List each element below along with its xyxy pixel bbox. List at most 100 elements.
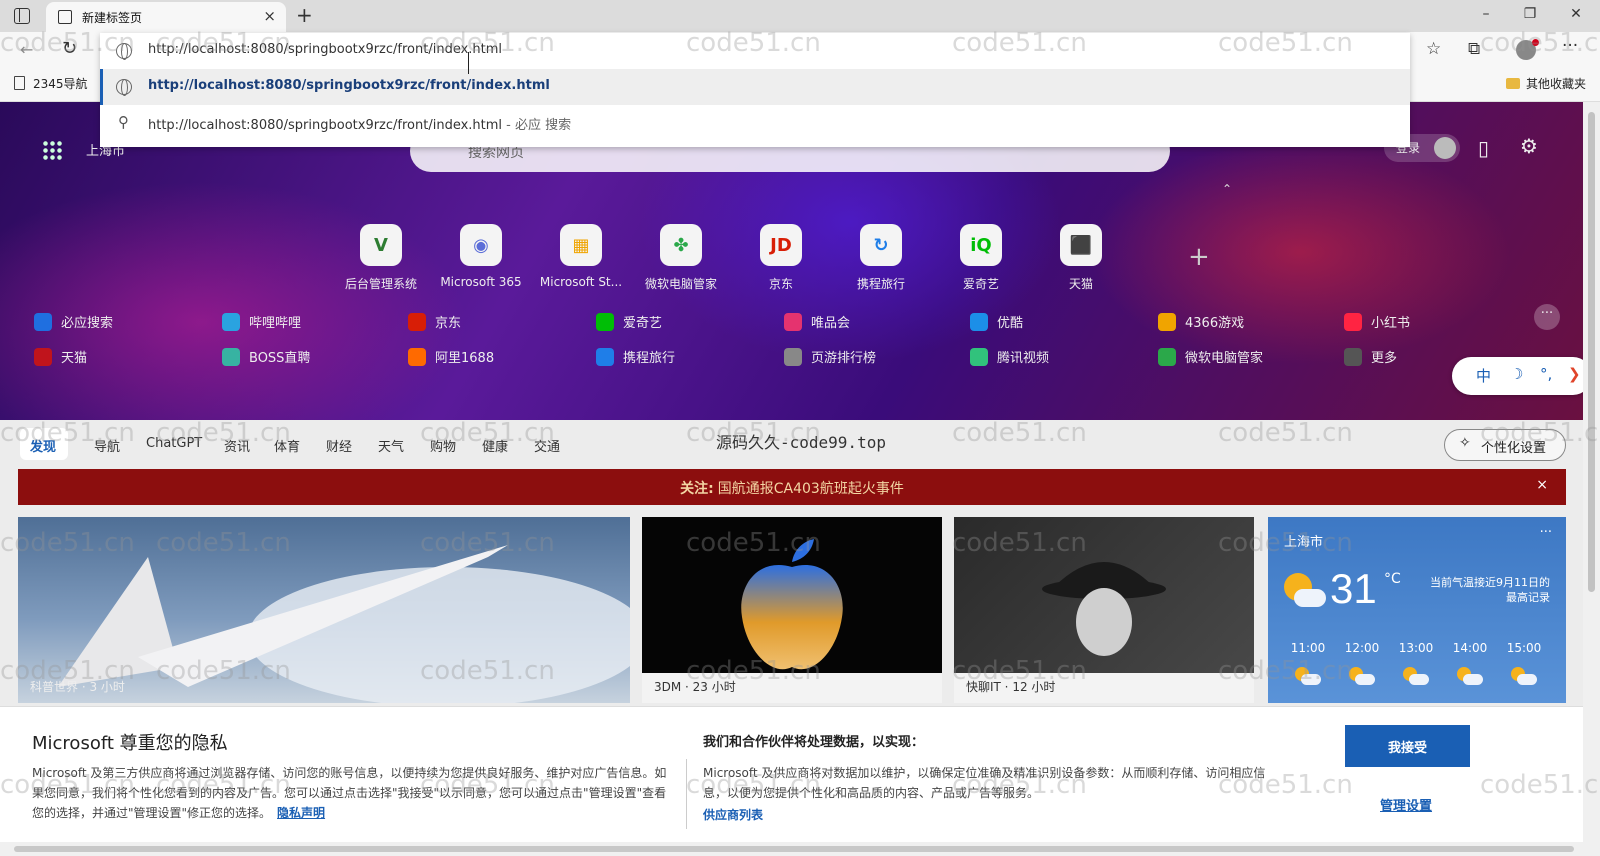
omnibox-suggestion[interactable]: http://localhost:8080/springbootx9rzc/fr… (100, 69, 1410, 105)
shortcut-tile[interactable]: ↻ 携程旅行 (836, 224, 926, 292)
shortcut-tile[interactable]: V 后台管理系统 (336, 224, 426, 292)
ime-punct-icon[interactable]: °, (1540, 365, 1552, 383)
quick-link-label: 微软电脑管家 (1185, 351, 1264, 366)
phone-icon[interactable]: ▯ (1478, 136, 1489, 160)
feed-tab[interactable]: 体育 (274, 436, 300, 455)
other-favorites[interactable]: 其他收藏夹 (1505, 75, 1586, 92)
feed-area: 发现 导航 ChatGPT 资讯 体育 财经 天气 购物 健康 交通 源码久久-code99.to… (0, 420, 1583, 720)
vertical-scrollbar[interactable] (1583, 102, 1600, 842)
ime-arrow-icon[interactable]: ❯ (1568, 365, 1581, 383)
address-input[interactable]: http://localhost:8080/springbootx9rzc/fr… (148, 42, 502, 57)
alert-headline[interactable]: 国航通报CA403航班起火事件 (718, 481, 904, 497)
gear-icon[interactable]: ⚙ (1520, 134, 1538, 158)
add-shortcut-icon[interactable]: + (1188, 242, 1210, 272)
shortcut-icon: ⬛ (1060, 224, 1102, 266)
tab-new[interactable]: 新建标签页 × (46, 2, 286, 32)
bookmark-item[interactable]: 2345导航 (14, 75, 88, 92)
quick-link[interactable]: 小红书 (1344, 312, 1410, 331)
quick-link-icon (34, 313, 52, 331)
scroll-thumb[interactable] (1588, 112, 1595, 592)
feed-tab[interactable]: 资讯 (224, 436, 250, 455)
new-tab-button[interactable]: + (296, 3, 313, 27)
weather-more-icon[interactable]: ··· (1540, 525, 1552, 540)
quick-link[interactable]: 腾讯视频 (970, 347, 1049, 366)
feed-tab[interactable]: ChatGPT (146, 436, 202, 451)
breaking-news-banner[interactable]: 关注: 国航通报CA403航班起火事件 × (18, 469, 1566, 505)
feed-tab[interactable]: 健康 (482, 436, 508, 455)
shortcut-tile[interactable]: ▦ Microsoft St... (536, 224, 626, 289)
profile-avatar[interactable] (1516, 39, 1539, 60)
tab-close-icon[interactable]: × (263, 7, 276, 25)
quick-link[interactable]: 必应搜索 (34, 312, 113, 331)
shortcut-tile[interactable]: iQ 爱奇艺 (936, 224, 1026, 292)
omnibox-input-row[interactable]: http://localhost:8080/springbootx9rzc/fr… (100, 33, 1410, 69)
reload-icon[interactable]: ↻ (62, 38, 77, 59)
vendor-list-link[interactable]: 供应商列表 (703, 806, 763, 823)
weather-note: 当前气温接近9月11日的最高记录 (1430, 576, 1550, 604)
feed-tab[interactable]: 导航 (94, 436, 120, 455)
news-card-plane[interactable]: 科普世界 · 3 小时 (18, 517, 630, 703)
shortcut-tile[interactable]: ⬛ 天猫 (1036, 224, 1126, 292)
quick-link[interactable]: 天猫 (34, 347, 87, 366)
feed-tab[interactable]: 天气 (378, 436, 404, 455)
scroll-thumb[interactable] (14, 846, 1574, 852)
alert-close-icon[interactable]: × (1536, 477, 1548, 493)
shortcut-label: 携程旅行 (856, 277, 905, 291)
tab-actions-icon[interactable] (14, 8, 30, 24)
suggestion-suffix: - 必应 搜索 (502, 118, 572, 133)
quick-link[interactable]: 京东 (408, 312, 461, 331)
shortcut-tile[interactable]: ◉ Microsoft 365 (436, 224, 526, 289)
ime-moon-icon[interactable]: ☽ (1510, 365, 1523, 383)
quick-link[interactable]: BOSS直聘 (222, 347, 310, 366)
quick-link[interactable]: 微软电脑管家 (1158, 347, 1263, 366)
sparkle-icon: ✧ (1459, 435, 1471, 451)
quick-link[interactable]: 爱奇艺 (596, 312, 662, 331)
links-more-button[interactable]: ··· (1534, 304, 1560, 330)
quick-link[interactable]: 优酷 (970, 312, 1023, 331)
quick-link[interactable]: 4366游戏 (1158, 312, 1244, 331)
weather-card[interactable]: 上海市 ··· 31 °C 当前气温接近9月11日的最高记录 11:00 12:0… (1268, 517, 1566, 703)
shortcut-tile[interactable]: JD 京东 (736, 224, 826, 292)
minimize-button[interactable]: – (1476, 6, 1496, 22)
privacy-banner: Microsoft 尊重您的隐私 Microsoft 及第三方供应商将通过浏览器… (0, 706, 1600, 842)
quick-link[interactable]: 页游排行榜 (784, 347, 876, 366)
shortcut-label: 京东 (768, 277, 793, 291)
manage-settings-link[interactable]: 管理设置 (1380, 795, 1432, 814)
favorites-star-icon[interactable]: ☆ (1426, 39, 1441, 59)
omnibox-suggestion[interactable]: ⚲ http://localhost:8080/springbootx9rzc/… (100, 105, 1410, 141)
shortcut-label: 爱奇艺 (962, 277, 999, 291)
feed-tab[interactable]: 交通 (534, 436, 560, 455)
horizontal-scrollbar[interactable] (0, 842, 1600, 856)
collapse-caret-icon[interactable]: ⌃ (1222, 182, 1232, 196)
quick-link-label: 唯品会 (811, 316, 851, 331)
quick-link[interactable]: 哔哩哔哩 (222, 312, 301, 331)
app-launcher-icon[interactable] (42, 140, 62, 160)
settings-more-icon[interactable]: ··· (1562, 36, 1578, 56)
collections-icon[interactable]: ⧉ (1468, 39, 1480, 59)
login-avatar (1434, 137, 1456, 159)
news-card-man[interactable]: 快聊IT · 12 小时 (954, 517, 1254, 703)
ime-chinese-icon[interactable]: 中 (1476, 365, 1491, 386)
quick-link-label: 页游排行榜 (811, 351, 877, 366)
restore-button[interactable]: ❐ (1520, 6, 1540, 22)
privacy-statement-link[interactable]: 隐私声明 (277, 806, 325, 820)
shortcut-tile[interactable]: ✤ 微软电脑管家 (636, 224, 726, 292)
partly-cloudy-icon (1403, 667, 1429, 685)
feed-tab[interactable]: 发现 (30, 436, 56, 455)
quick-link-icon (34, 348, 52, 366)
personalize-button[interactable]: ✧ 个性化设置 (1444, 429, 1566, 461)
new-tab-page-icon (58, 10, 72, 24)
feed-tab[interactable]: 财经 (326, 436, 352, 455)
ime-toolbar[interactable]: 中 ☽ °, ❯ (1452, 357, 1592, 395)
shortcut-label: Microsoft St... (539, 275, 623, 289)
quick-link[interactable]: 唯品会 (784, 312, 850, 331)
news-card-apple[interactable]: 3DM · 23 小时 (642, 517, 942, 703)
quick-link[interactable]: 携程旅行 (596, 347, 675, 366)
quick-link[interactable]: 阿里1688 (408, 347, 494, 366)
close-window-button[interactable]: ✕ (1566, 6, 1586, 22)
back-arrow-icon[interactable]: ← (20, 40, 33, 59)
weather-city[interactable]: 上海市 (1284, 531, 1323, 550)
accept-button[interactable]: 我接受 (1345, 725, 1470, 767)
feed-tab[interactable]: 购物 (430, 436, 456, 455)
quick-link[interactable]: 更多 (1344, 347, 1397, 366)
